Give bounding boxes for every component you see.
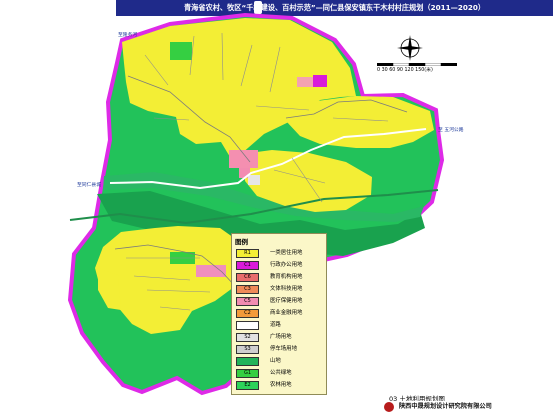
facility-green-north xyxy=(170,42,192,60)
legend-swatch: R1 xyxy=(236,249,259,258)
legend-label: 山地 xyxy=(270,358,281,364)
legend-swatch: C5 xyxy=(236,297,259,306)
map-frame: 青海省农村、牧区“千村建设、百村示范”—同仁县保安镇东干木村村庄规划（2011—… xyxy=(0,0,553,414)
legend-label: 文体科技用地 xyxy=(270,286,303,292)
legend-label: 一类居住用地 xyxy=(270,250,303,256)
legend-label: 医疗保健用地 xyxy=(270,298,303,304)
legend: 图例 R1 一类居住用地 C1 行政办公用地 C6 教育机构用地 C3 文体科技… xyxy=(231,233,327,395)
legend-item: 道路 xyxy=(236,320,326,332)
legend-item: C3 文体科技用地 xyxy=(236,284,326,296)
legend-label: 道路 xyxy=(270,322,281,328)
legend-item: C6 教育机构用地 xyxy=(236,272,326,284)
legend-swatch: G1 xyxy=(236,369,259,378)
legend-item: S2 广场用地 xyxy=(236,332,326,344)
legend-item: 山地 xyxy=(236,356,326,368)
legend-swatch: E2 xyxy=(236,381,259,390)
facility-culture xyxy=(297,77,314,87)
legend-item: R1 一类居住用地 xyxy=(236,248,326,260)
facility-medical xyxy=(229,150,258,168)
legend-swatch: C2 xyxy=(236,309,259,318)
scale-ticks: 0 30 60 90 120 150(米) xyxy=(377,68,433,73)
legend-label: 农林用地 xyxy=(270,382,292,388)
company-logo-icon xyxy=(384,402,394,412)
legend-item: G1 公共绿地 xyxy=(236,368,326,380)
scale-bar: 0 30 60 90 120 150(米) xyxy=(377,62,473,74)
facility-school xyxy=(196,265,226,277)
legend-item: S3 停车场用地 xyxy=(236,344,326,356)
legend-swatch: C3 xyxy=(236,285,259,294)
legend-swatch xyxy=(236,321,259,330)
legend-swatch: C6 xyxy=(236,273,259,282)
footer: 陕西中晟规划设计研究院有限公司 xyxy=(381,401,553,414)
legend-label: 广场用地 xyxy=(270,334,292,340)
legend-swatch: C1 xyxy=(236,261,259,270)
legend-label: 停车场用地 xyxy=(270,346,297,352)
road-label-left: 至同仁县城 xyxy=(77,183,101,188)
road-label-right: 至 五河公路 xyxy=(438,128,464,133)
legend-item: C2 商业金融用地 xyxy=(236,308,326,320)
legend-item: C1 行政办公用地 xyxy=(236,260,326,272)
north-arrow-icon xyxy=(397,35,423,61)
legend-item: E2 农林用地 xyxy=(236,380,326,392)
legend-item: C5 医疗保健用地 xyxy=(236,296,326,308)
legend-label: 公共绿地 xyxy=(270,370,292,376)
legend-label: 行政办公用地 xyxy=(270,262,303,268)
legend-swatch: S2 xyxy=(236,333,259,342)
company-name: 陕西中晟规划设计研究院有限公司 xyxy=(399,403,492,410)
road-label-top-left: 至隆务河 xyxy=(118,33,138,38)
legend-label: 商业金融用地 xyxy=(270,310,303,316)
legend-swatch: S3 xyxy=(236,345,259,354)
legend-label: 教育机构用地 xyxy=(270,274,303,280)
facility-admin xyxy=(313,75,327,87)
legend-title: 图例 xyxy=(235,238,248,246)
facility-parking xyxy=(248,175,260,185)
legend-swatch xyxy=(236,357,259,366)
